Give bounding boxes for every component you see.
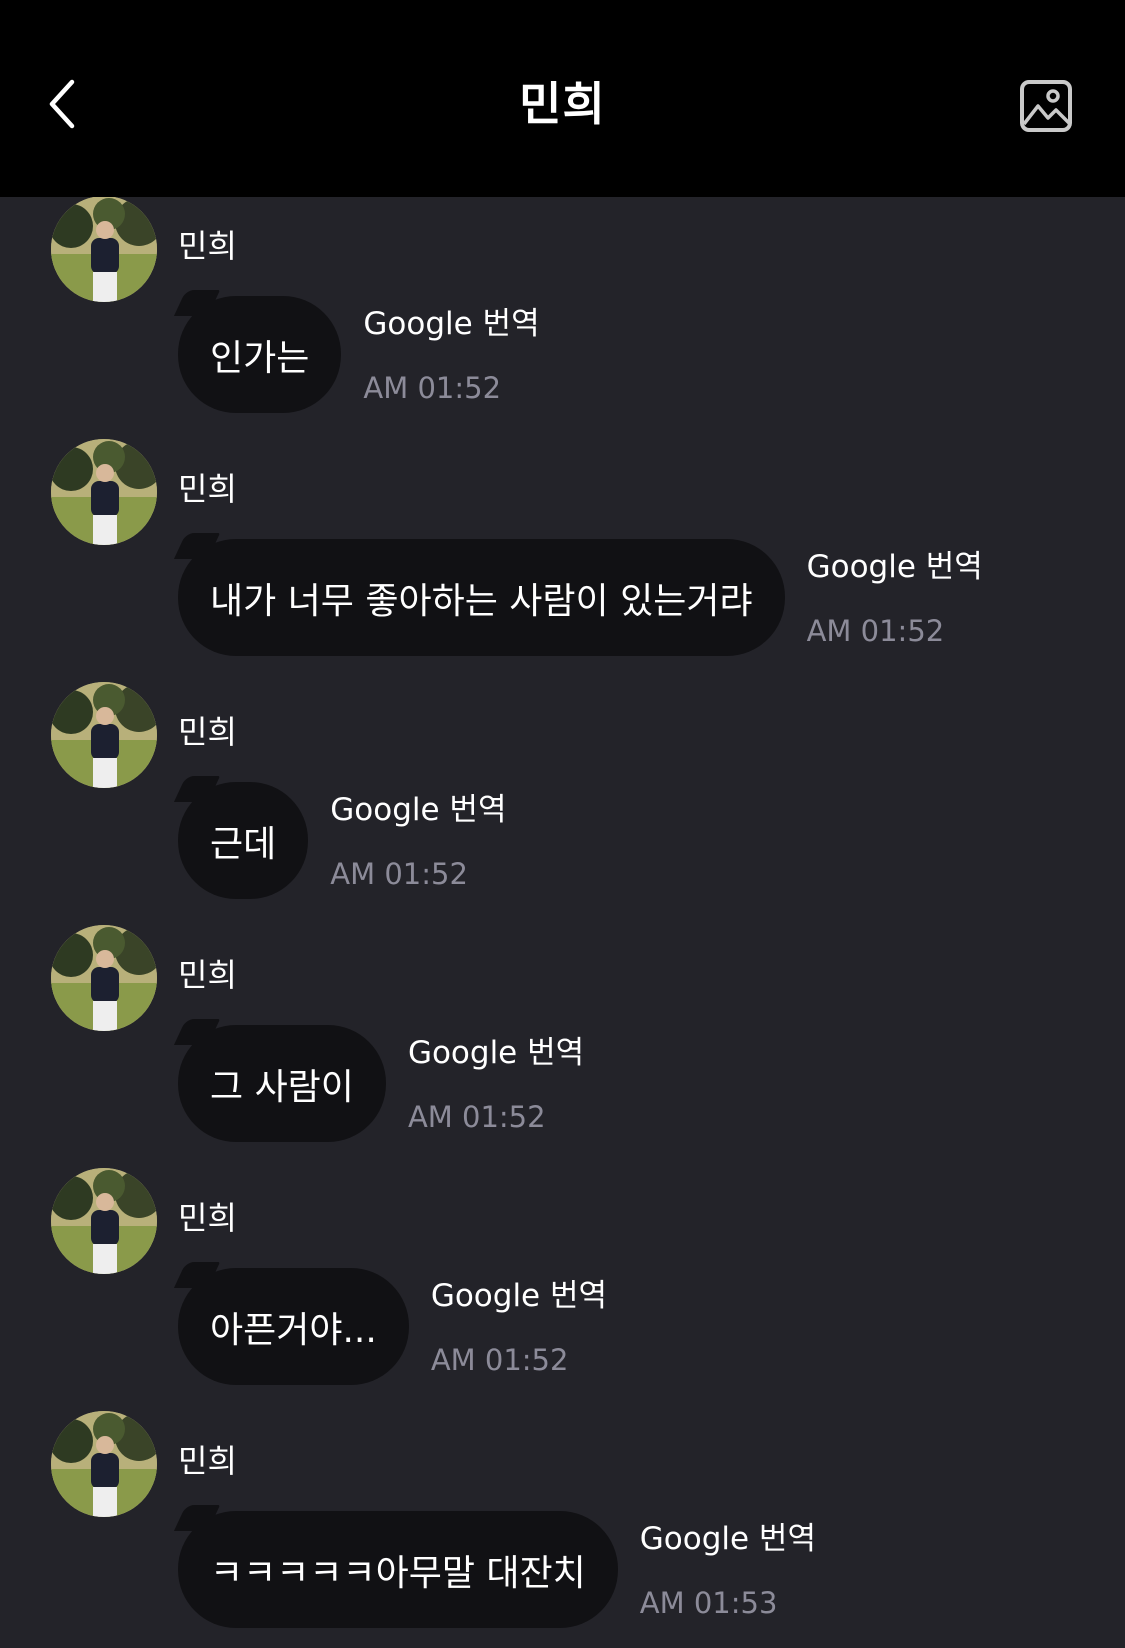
- sender-name: 민희: [178, 713, 237, 751]
- gallery-button[interactable]: [1018, 78, 1074, 134]
- page-title: 민희: [519, 77, 606, 131]
- message: 민희 아픈거야... Google 번역 AM 01:52: [0, 1168, 1125, 1398]
- message-bubble[interactable]: 그 사람이: [178, 1025, 386, 1142]
- sender-name: 민희: [178, 1442, 237, 1480]
- sender-name: 민희: [178, 956, 237, 994]
- message: 민희 그 사람이 Google 번역 AM 01:52: [0, 925, 1125, 1155]
- message-bubble[interactable]: 내가 너무 좋아하는 사람이 있는거랴: [178, 539, 785, 656]
- avatar[interactable]: [51, 439, 157, 545]
- message-list[interactable]: 민희 인가는 Google 번역 AM 01:52 민희 내가 너무 좋아하는 …: [0, 197, 1125, 1648]
- google-translate-link[interactable]: Google 번역: [330, 790, 506, 830]
- google-translate-link[interactable]: Google 번역: [807, 547, 983, 587]
- message: 민희 인가는 Google 번역 AM 01:52: [0, 197, 1125, 426]
- avatar[interactable]: [51, 682, 157, 788]
- message-bubble[interactable]: 근데: [178, 782, 309, 899]
- google-translate-link[interactable]: Google 번역: [640, 1519, 816, 1559]
- google-translate-link[interactable]: Google 번역: [408, 1033, 584, 1073]
- message-timestamp: AM 01:52: [363, 371, 502, 405]
- image-icon: [1020, 80, 1072, 132]
- avatar[interactable]: [51, 1168, 157, 1274]
- message-timestamp: AM 01:53: [639, 1586, 778, 1620]
- message-timestamp: AM 01:52: [430, 1343, 569, 1377]
- google-translate-link[interactable]: Google 번역: [363, 304, 539, 344]
- message: 민희 내가 너무 좋아하는 사람이 있는거랴 Google 번역 AM 01:5…: [0, 439, 1125, 669]
- message-bubble[interactable]: 아픈거야...: [178, 1268, 409, 1385]
- google-translate-link[interactable]: Google 번역: [431, 1276, 607, 1316]
- message-timestamp: AM 01:52: [806, 614, 945, 648]
- message: 민희 근데 Google 번역 AM 01:52: [0, 682, 1125, 912]
- avatar[interactable]: [51, 1411, 157, 1517]
- avatar[interactable]: [51, 925, 157, 1031]
- message-bubble[interactable]: 인가는: [178, 296, 342, 413]
- message-bubble[interactable]: ㅋㅋㅋㅋㅋ아무말 대잔치: [178, 1511, 618, 1628]
- message-timestamp: AM 01:52: [407, 1100, 546, 1134]
- top-bar: 민희: [0, 0, 1125, 197]
- sender-name: 민희: [178, 470, 237, 508]
- sender-name: 민희: [178, 1199, 237, 1237]
- sender-name: 민희: [178, 227, 237, 265]
- message-timestamp: AM 01:52: [330, 857, 468, 891]
- message: 민희 ㅋㅋㅋㅋㅋ아무말 대잔치 Google 번역 AM 01:53: [0, 1411, 1125, 1641]
- avatar[interactable]: [51, 197, 157, 302]
